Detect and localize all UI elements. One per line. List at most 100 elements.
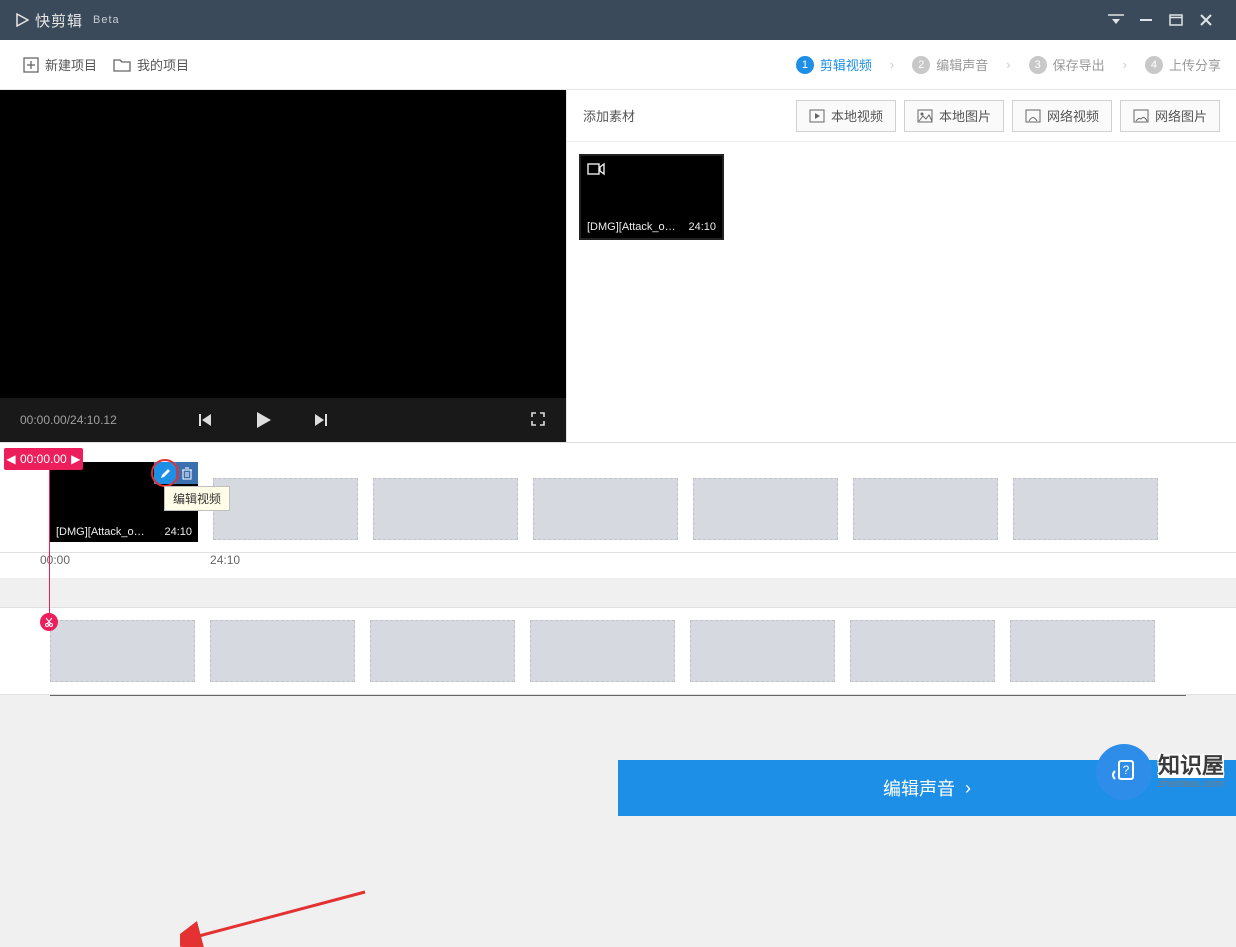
playhead-line <box>49 470 50 615</box>
playhead-handle[interactable] <box>40 613 58 631</box>
empty-clip-slot[interactable] <box>533 478 678 540</box>
asset-header: 添加素材 本地视频 本地图片 网络视频 网络图片 <box>567 90 1236 142</box>
time-ruler: 00:00 24:10 <box>0 553 1236 579</box>
step-save-export[interactable]: 3 保存导出 <box>1029 55 1105 74</box>
nudge-right-button[interactable]: ▶ <box>69 452 83 466</box>
pencil-icon <box>159 467 172 480</box>
bottom-bar: 编辑声音 › <box>0 760 1236 816</box>
menu-down-icon <box>1108 14 1124 26</box>
asset-panel: 添加素材 本地视频 本地图片 网络视频 网络图片 <box>566 90 1236 442</box>
edit-clip-button[interactable] <box>154 462 176 484</box>
app-logo: 快剪辑 Beta <box>15 10 120 31</box>
chevron-right-icon: › <box>890 57 894 72</box>
web-image-icon <box>1133 109 1149 123</box>
app-name: 快剪辑 <box>35 10 83 31</box>
play-icon <box>253 410 273 430</box>
asset-title: 添加素材 <box>583 106 635 125</box>
step-number: 4 <box>1145 56 1163 74</box>
playhead-time: 00:00.00 <box>18 452 69 466</box>
watermark-text-cn: 知识屋 <box>1158 754 1224 778</box>
my-projects-label: 我的项目 <box>137 55 189 74</box>
thumb-name: [DMG][Attack_o… <box>587 221 676 233</box>
maximize-button[interactable] <box>1161 5 1191 35</box>
empty-clip-slot[interactable] <box>850 620 995 682</box>
step-label: 剪辑视频 <box>820 55 872 74</box>
folder-icon <box>113 58 131 72</box>
empty-clip-slot[interactable] <box>1013 478 1158 540</box>
plus-box-icon <box>23 57 39 73</box>
empty-clip-slot[interactable] <box>690 620 835 682</box>
add-local-image-button[interactable]: 本地图片 <box>904 100 1004 132</box>
title-bar: 快剪辑 Beta <box>0 0 1236 40</box>
preview-controls: 00:00.00/24:10.12 <box>0 398 566 442</box>
new-project-label: 新建项目 <box>45 55 97 74</box>
clip-duration: 24:10 <box>164 526 192 538</box>
watermark-text-en: zhishiwu.com <box>1158 778 1224 790</box>
svg-text:?: ? <box>1123 763 1130 777</box>
step-number: 1 <box>796 56 814 74</box>
style-menu-button[interactable] <box>1101 5 1131 35</box>
web-video-icon <box>1025 109 1041 123</box>
close-button[interactable] <box>1191 5 1221 35</box>
empty-clip-slot[interactable] <box>50 620 195 682</box>
fullscreen-button[interactable] <box>530 411 546 430</box>
camera-icon <box>587 162 605 176</box>
video-file-icon <box>809 109 825 123</box>
next-button[interactable] <box>313 412 329 428</box>
playhead-time-bubble: ◀ 00:00.00 ▶ <box>4 448 83 470</box>
main-row: 00:00.00/24:10.12 添加素材 <box>0 90 1236 442</box>
empty-clip-slot[interactable] <box>213 478 358 540</box>
step-label: 保存导出 <box>1053 55 1105 74</box>
add-web-image-button[interactable]: 网络图片 <box>1120 100 1220 132</box>
clip-name: [DMG][Attack_o… <box>56 526 145 538</box>
add-local-video-button[interactable]: 本地视频 <box>796 100 896 132</box>
add-web-video-button[interactable]: 网络视频 <box>1012 100 1112 132</box>
annotation-arrow <box>180 887 370 947</box>
track-ruler-line <box>50 695 1186 696</box>
video-track[interactable]: 编辑视频 [DMG][Attack_o… 24:10 <box>0 442 1236 553</box>
prev-button[interactable] <box>197 412 213 428</box>
maximize-icon <box>1169 13 1183 27</box>
nudge-left-button[interactable]: ◀ <box>4 452 18 466</box>
minimize-icon <box>1138 12 1154 28</box>
empty-clip-slot[interactable] <box>693 478 838 540</box>
preview-panel: 00:00.00/24:10.12 <box>0 90 566 442</box>
asset-thumbnail[interactable]: [DMG][Attack_o… 24:10 <box>579 154 724 240</box>
step-number: 2 <box>912 56 930 74</box>
empty-clip-slot[interactable] <box>1010 620 1155 682</box>
new-project-button[interactable]: 新建项目 <box>15 49 105 80</box>
chevron-right-icon: › <box>965 778 971 799</box>
step-label: 编辑声音 <box>936 55 988 74</box>
step-edit-video[interactable]: 1 剪辑视频 <box>796 55 872 74</box>
minimize-button[interactable] <box>1131 5 1161 35</box>
skip-next-icon <box>313 412 329 428</box>
ruler-mark: 00:00 <box>40 553 70 567</box>
button-label: 网络图片 <box>1155 106 1207 125</box>
step-number: 3 <box>1029 56 1047 74</box>
secondary-track[interactable] <box>0 607 1236 695</box>
timeline-area: ◀ 00:00.00 ▶ 编辑视频 [DMG][Attack_o… <box>0 442 1236 696</box>
thumb-duration: 24:10 <box>688 221 716 233</box>
beta-tag: Beta <box>93 14 120 26</box>
step-edit-audio[interactable]: 2 编辑声音 <box>912 55 988 74</box>
empty-clip-slot[interactable] <box>210 620 355 682</box>
playback-time: 00:00.00/24:10.12 <box>20 413 117 427</box>
preview-canvas[interactable] <box>0 90 566 398</box>
delete-clip-button[interactable] <box>176 462 198 484</box>
watermark: ? 知识屋 zhishiwu.com <box>1096 744 1224 800</box>
edit-tooltip: 编辑视频 <box>164 486 230 511</box>
step-upload-share[interactable]: 4 上传分享 <box>1145 55 1221 74</box>
empty-clip-slot[interactable] <box>370 620 515 682</box>
bottom-spacer <box>0 760 618 816</box>
empty-clip-slot[interactable] <box>373 478 518 540</box>
close-icon <box>1199 13 1213 27</box>
empty-clip-slot[interactable] <box>853 478 998 540</box>
fullscreen-icon <box>530 411 546 427</box>
empty-clip-slot[interactable] <box>530 620 675 682</box>
timeline-clip[interactable]: 编辑视频 [DMG][Attack_o… 24:10 <box>50 462 198 542</box>
play-button[interactable] <box>253 410 273 430</box>
next-step-label: 编辑声音 <box>883 775 955 801</box>
asset-body: [DMG][Attack_o… 24:10 <box>567 142 1236 442</box>
my-projects-button[interactable]: 我的项目 <box>105 49 197 80</box>
button-label: 本地图片 <box>939 106 991 125</box>
